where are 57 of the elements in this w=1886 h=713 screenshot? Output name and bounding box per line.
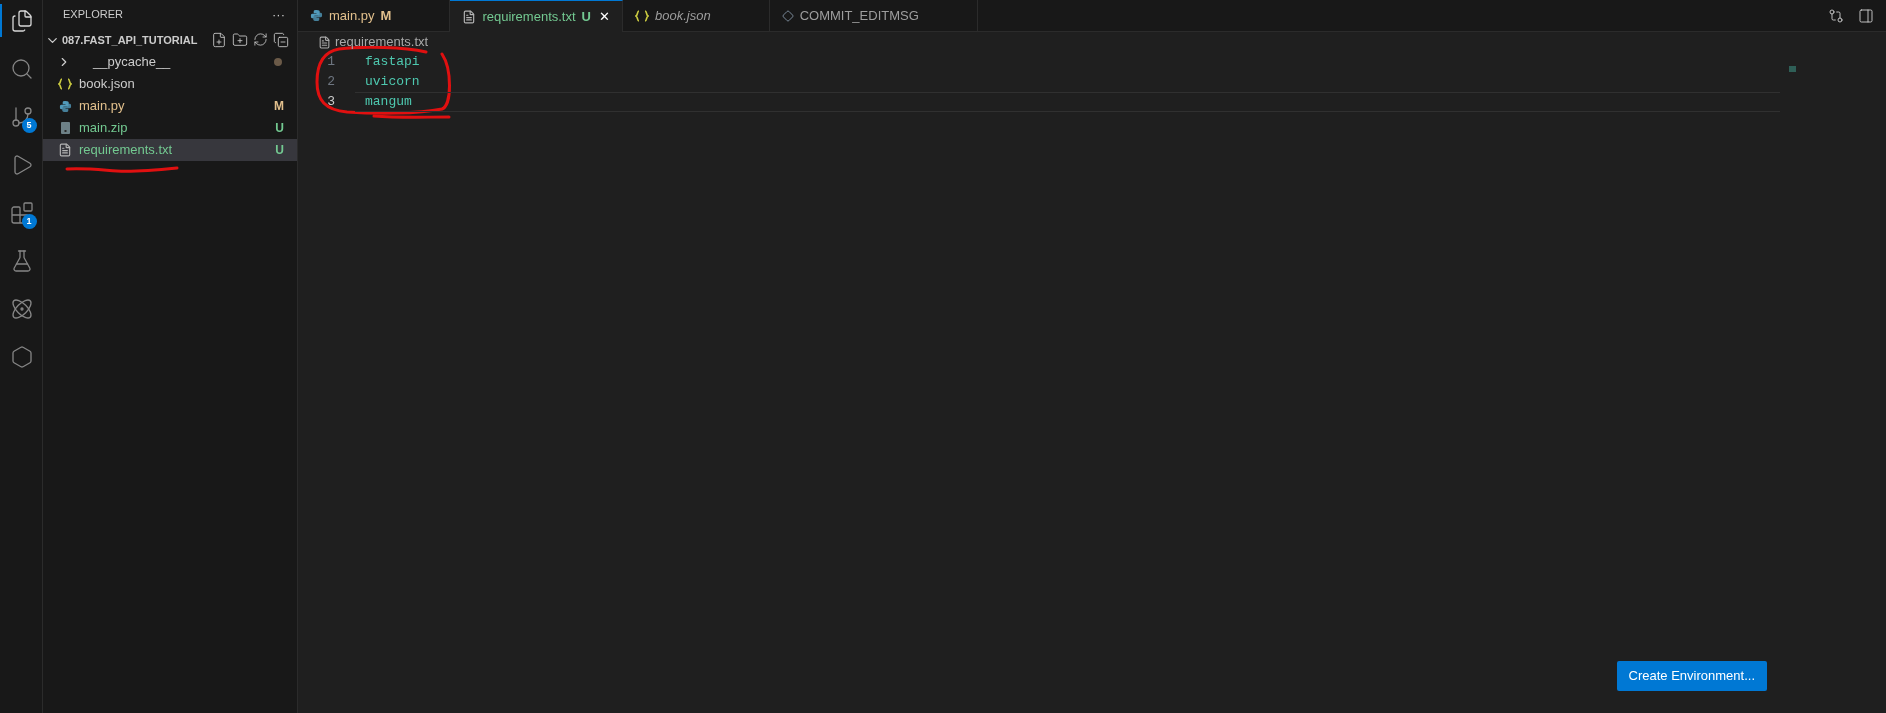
atom-icon <box>10 296 34 321</box>
lines-icon <box>58 143 72 157</box>
tab-label: book.json <box>654 6 711 25</box>
breadcrumb[interactable]: requirements.txt <box>335 32 429 52</box>
tab-label: main.py <box>329 6 375 25</box>
collapse-icon[interactable] <box>273 32 289 48</box>
code-line: mangum <box>355 92 1780 112</box>
file-tree-item[interactable]: main.py M <box>43 95 297 117</box>
count-badge: 1 <box>21 214 37 229</box>
file-name: main.py <box>79 97 125 116</box>
flask-icon <box>10 248 34 273</box>
split-editor-icon[interactable] <box>1858 7 1874 24</box>
lines-icon <box>462 9 477 24</box>
code-line: uvicorn <box>364 73 421 92</box>
archive-icon <box>59 121 71 135</box>
line-number: 2 <box>326 73 336 92</box>
file-name: main.zip <box>79 119 128 138</box>
python-icon <box>310 9 323 22</box>
minimap-drawing <box>1789 66 1796 72</box>
git-status: U <box>581 7 591 26</box>
python-icon <box>58 99 72 113</box>
code-line: fastapi <box>364 53 421 72</box>
count-badge: 5 <box>21 118 37 133</box>
folder-name[interactable]: 087.FAST_API_TUTORIAL <box>62 31 198 49</box>
lines-icon <box>318 35 331 49</box>
new-folder-icon[interactable] <box>232 32 248 48</box>
tab-label: COMMIT_EDITMSG <box>799 6 919 25</box>
file-tree-item[interactable]: requirements.txt U <box>43 139 297 161</box>
hexagon-icon <box>10 344 34 369</box>
braces-icon <box>58 78 72 90</box>
more-actions-button[interactable]: ··· <box>272 4 285 25</box>
file-name: __pycache__ <box>93 53 171 72</box>
search-icon <box>10 56 34 81</box>
panel-title: EXPLORER <box>63 7 123 23</box>
braces-icon <box>634 9 649 22</box>
files-icon <box>10 8 34 33</box>
tab-label: requirements.txt <box>482 7 576 26</box>
git-status: U <box>275 142 284 159</box>
branch-icon <box>10 104 34 129</box>
file-tree-item[interactable]: __pycache__ <box>43 51 297 73</box>
file-name: requirements.txt <box>79 141 173 160</box>
compare-icon[interactable] <box>1828 7 1844 24</box>
blocks-icon <box>10 200 34 225</box>
editor-tab[interactable]: requirements.txt U ✕ <box>450 0 623 32</box>
git-status: M <box>380 6 392 25</box>
diamond-icon <box>781 9 794 22</box>
file-tree-item[interactable]: main.zip U <box>43 117 297 139</box>
file-name: book.json <box>79 75 135 94</box>
refresh-icon[interactable] <box>253 32 268 47</box>
git-status: U <box>275 120 284 137</box>
line-number: 3 <box>326 93 336 112</box>
create-environment-button[interactable]: Create Environment... <box>1616 661 1767 691</box>
new-file-icon[interactable] <box>211 32 227 48</box>
close-button[interactable]: ✕ <box>598 6 610 27</box>
line-number: 1 <box>326 53 336 72</box>
git-status: M <box>274 98 284 115</box>
file-tree-item[interactable]: book.json <box>43 73 297 95</box>
